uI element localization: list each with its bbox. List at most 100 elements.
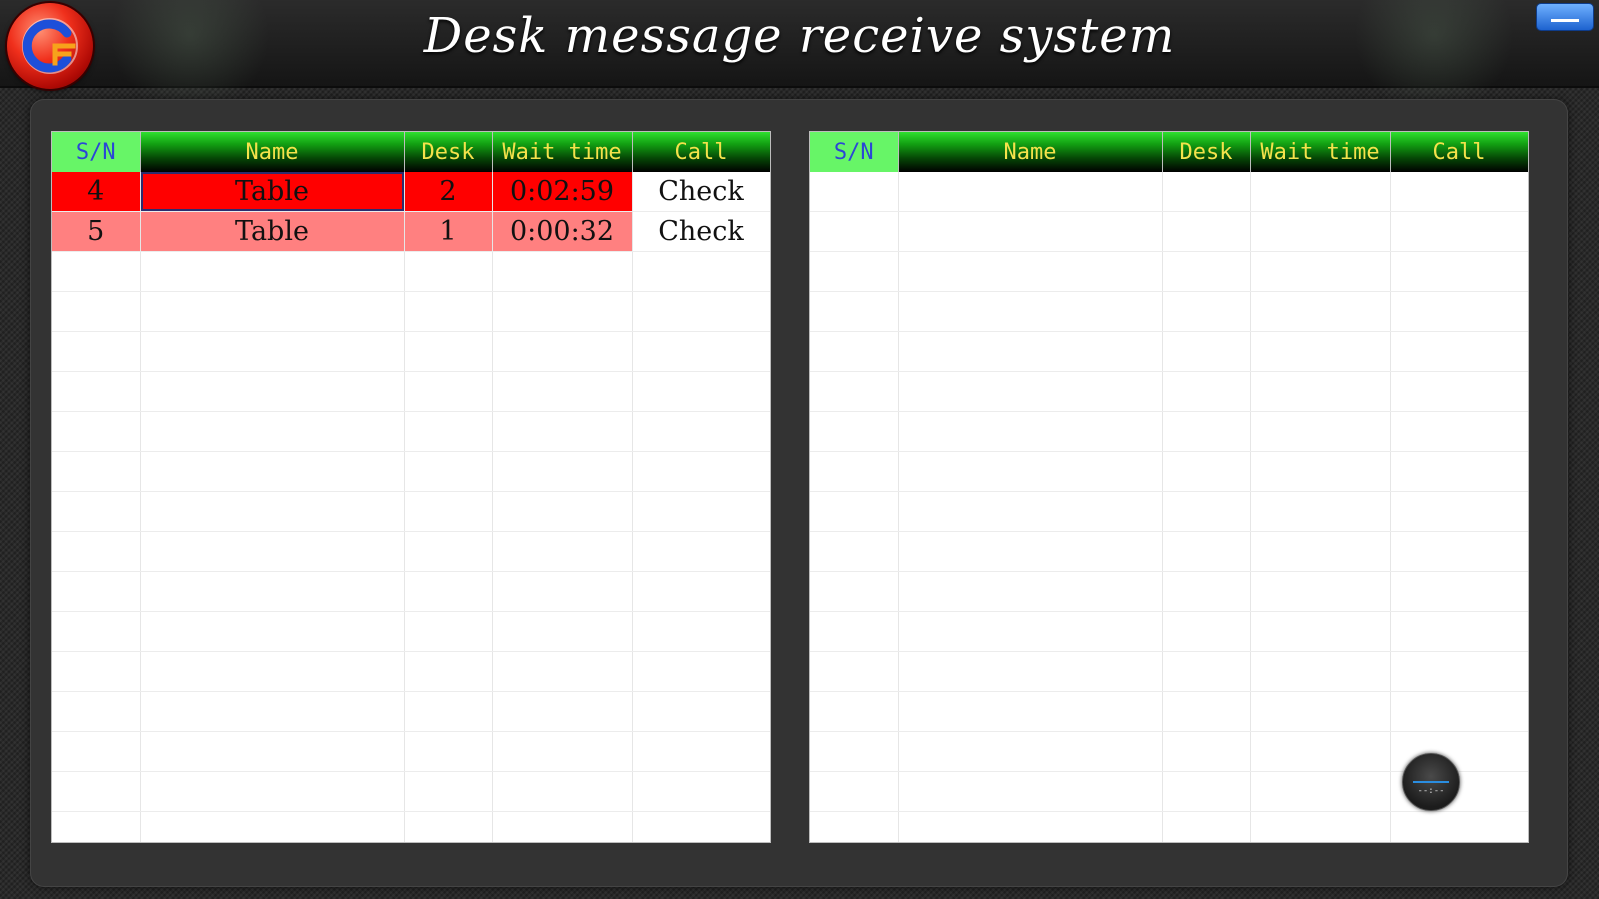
empty-row <box>810 611 1528 652</box>
empty-cell <box>492 611 633 652</box>
empty-cell <box>404 491 493 532</box>
empty-cell <box>1162 411 1251 452</box>
empty-cell <box>632 731 770 772</box>
empty-cell <box>404 331 493 372</box>
cell-sn: 4 <box>52 172 141 212</box>
empty-cell <box>140 811 405 842</box>
empty-cell <box>404 651 493 692</box>
empty-cell <box>810 651 899 692</box>
empty-cell <box>492 691 633 732</box>
timer-widget[interactable]: --:-- <box>1402 753 1460 811</box>
empty-cell <box>1162 291 1251 332</box>
empty-cell <box>898 691 1163 732</box>
minimize-icon <box>1551 19 1579 22</box>
empty-cell <box>632 771 770 812</box>
check-button[interactable]: Check <box>632 211 770 252</box>
empty-cell <box>1390 211 1528 252</box>
empty-cell <box>1250 291 1391 332</box>
column-header-wait-time[interactable]: Wait time <box>492 132 633 172</box>
cell-sn: 5 <box>52 211 141 252</box>
empty-cell <box>140 731 405 772</box>
empty-cell <box>492 251 633 292</box>
empty-cell <box>404 291 493 332</box>
column-header-sn[interactable]: S/N <box>810 132 899 172</box>
table-row[interactable]: 5 Table 1 0:00:32 Check <box>52 211 770 252</box>
column-header-name[interactable]: Name <box>898 132 1163 172</box>
empty-cell <box>632 691 770 732</box>
empty-cell <box>1250 651 1391 692</box>
empty-cell <box>404 731 493 772</box>
cell-name[interactable]: Table <box>140 211 405 252</box>
column-header-call[interactable]: Call <box>1390 132 1528 172</box>
empty-cell <box>140 611 405 652</box>
empty-cell <box>898 571 1163 612</box>
empty-cell <box>1250 331 1391 372</box>
empty-cell <box>404 771 493 812</box>
cell-name[interactable]: Table <box>140 172 405 212</box>
empty-row <box>52 491 770 532</box>
empty-cell <box>52 531 141 572</box>
empty-cell <box>404 811 493 842</box>
empty-cell <box>898 251 1163 292</box>
empty-cell <box>898 531 1163 572</box>
column-header-desk[interactable]: Desk <box>1162 132 1251 172</box>
column-header-desk[interactable]: Desk <box>404 132 493 172</box>
table-row[interactable]: 4 Table 2 0:02:59 Check <box>52 172 770 212</box>
empty-row <box>810 531 1528 572</box>
empty-cell <box>898 291 1163 332</box>
timer-bar <box>1413 781 1449 783</box>
logo-icon <box>7 3 93 89</box>
empty-cell <box>52 451 141 492</box>
empty-row <box>52 651 770 692</box>
empty-cell <box>898 611 1163 652</box>
app-title: Desk message receive system <box>423 8 1176 64</box>
handled-calls-grid[interactable]: S/N Name Desk Wait time Call <box>809 131 1529 843</box>
empty-cell <box>810 611 899 652</box>
empty-cell <box>52 291 141 332</box>
empty-cell <box>1390 491 1528 532</box>
empty-cell <box>492 451 633 492</box>
check-button[interactable]: Check <box>632 172 770 212</box>
empty-cell <box>1390 331 1528 372</box>
empty-cell <box>898 371 1163 412</box>
pending-calls-grid[interactable]: S/N Name Desk Wait time Call 4 Table 2 0… <box>51 131 771 843</box>
empty-cell <box>1390 691 1528 732</box>
cell-wait-time: 0:00:32 <box>492 211 633 252</box>
empty-cell <box>632 491 770 532</box>
empty-row <box>52 451 770 492</box>
empty-row <box>810 291 1528 332</box>
empty-cell <box>52 491 141 532</box>
empty-row <box>52 291 770 332</box>
empty-cell <box>898 771 1163 812</box>
empty-row <box>52 691 770 732</box>
empty-cell <box>52 251 141 292</box>
empty-cell <box>52 651 141 692</box>
column-header-name[interactable]: Name <box>140 132 405 172</box>
empty-cell <box>492 571 633 612</box>
empty-cell <box>632 611 770 652</box>
empty-cell <box>810 411 899 452</box>
empty-cell <box>898 811 1163 842</box>
empty-cell <box>1390 651 1528 692</box>
empty-cell <box>1390 371 1528 412</box>
empty-row <box>52 811 770 842</box>
empty-cell <box>1390 811 1528 842</box>
empty-cell <box>492 371 633 412</box>
minimize-button[interactable] <box>1536 3 1594 31</box>
empty-cell <box>140 451 405 492</box>
empty-row <box>810 651 1528 692</box>
empty-cell <box>1250 531 1391 572</box>
empty-cell <box>632 811 770 842</box>
empty-cell <box>140 651 405 692</box>
empty-cell <box>404 451 493 492</box>
column-header-sn[interactable]: S/N <box>52 132 141 172</box>
column-header-call[interactable]: Call <box>632 132 770 172</box>
empty-cell <box>898 731 1163 772</box>
empty-cell <box>1390 451 1528 492</box>
empty-cell <box>1250 571 1391 612</box>
empty-cell <box>1162 172 1251 212</box>
empty-cell <box>810 211 899 252</box>
empty-cell <box>404 411 493 452</box>
column-header-wait-time[interactable]: Wait time <box>1250 132 1391 172</box>
empty-cell <box>492 291 633 332</box>
